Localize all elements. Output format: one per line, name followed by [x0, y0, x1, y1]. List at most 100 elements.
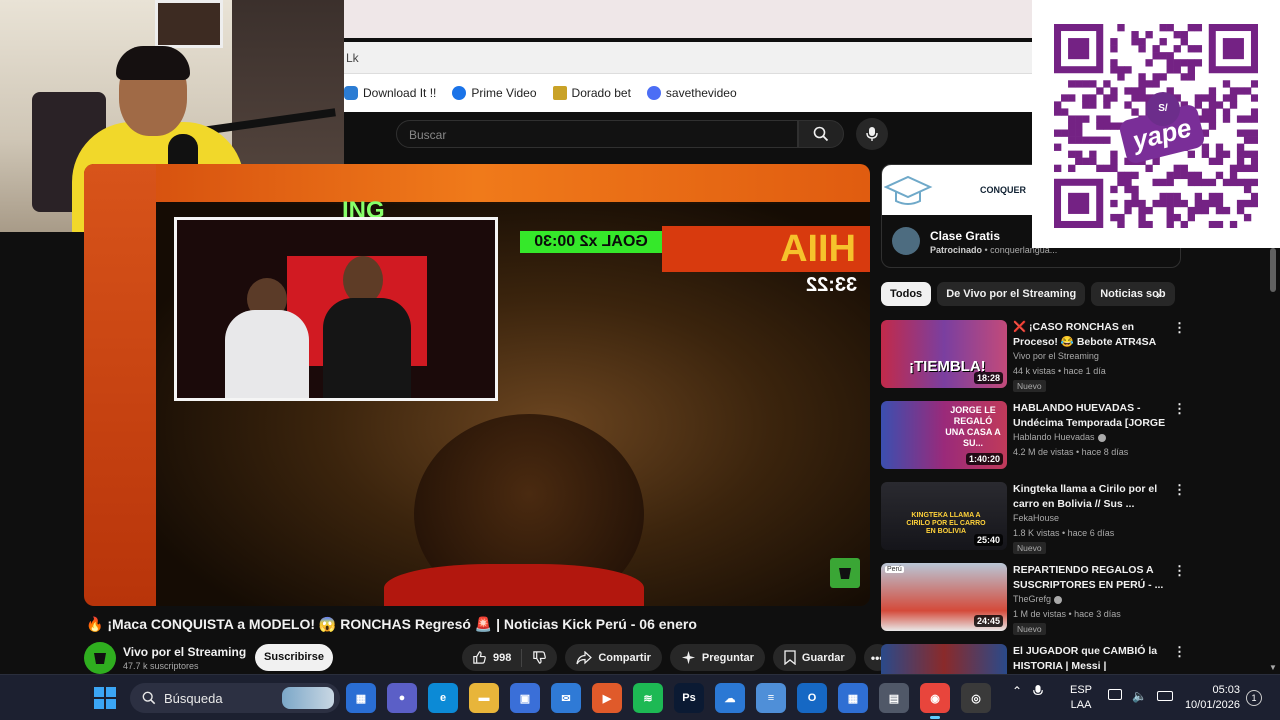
qr-module: [1110, 38, 1118, 46]
qr-module: [1222, 115, 1231, 123]
qr-module: [1201, 108, 1210, 116]
more-vertical-icon[interactable]: ⋮: [1173, 482, 1186, 498]
list-item[interactable]: ¡TIEMBLA! 18:28 ❌ ¡CASO RONCHAS en Proce…: [881, 318, 1186, 399]
qr-module: [1194, 45, 1203, 53]
wall-painting: [155, 0, 223, 48]
clock[interactable]: 05:03 10/01/2026: [1182, 683, 1240, 713]
thumbs-up-icon: [473, 651, 486, 664]
notification-badge[interactable]: 1: [1246, 690, 1262, 706]
list-item[interactable]: JORGE LE REGALÓ UNA CASA A SU... 1:40:20…: [881, 399, 1186, 480]
microphone-icon[interactable]: [1032, 683, 1044, 699]
video-thumbnail[interactable]: KINGTEKA LLAMA A CIRILO POR EL CARRO EN …: [881, 482, 1007, 550]
teams-icon[interactable]: ●: [387, 683, 417, 713]
time: 05:03: [1212, 684, 1240, 696]
voice-search-button[interactable]: [856, 118, 888, 150]
qr-module: [1250, 199, 1258, 208]
chip-todos[interactable]: Todos: [881, 282, 932, 306]
video-overlay-banner: HIIA: [662, 226, 870, 272]
bookmark-dorado-bet[interactable]: Dorado bet: [552, 86, 631, 100]
spotify-icon[interactable]: ≋: [633, 683, 663, 713]
list-item[interactable]: KINGTEKA LLAMA A CIRILO POR EL CARRO EN …: [881, 480, 1186, 561]
more-vertical-icon[interactable]: ⋮: [1173, 401, 1186, 417]
qr-module: [1131, 199, 1139, 208]
qr-module: [1201, 150, 1210, 158]
chrome-icon[interactable]: ◉: [920, 683, 950, 719]
notepad-icon[interactable]: ≡: [756, 683, 786, 713]
obs-icon[interactable]: ◎: [961, 683, 991, 713]
video-thumbnail[interactable]: JORGE LE REGALÓ UNA CASA A SU... 1:40:20: [881, 401, 1007, 469]
chip-noticias[interactable]: Noticias sob: [1091, 282, 1175, 306]
bookmark-prime-video[interactable]: Prime Video: [452, 86, 537, 100]
qr-module: [1145, 59, 1153, 67]
channel-name[interactable]: Vivo por el Streaming: [123, 645, 246, 659]
media-player-icon[interactable]: ▶: [592, 683, 622, 713]
store-icon[interactable]: ▣: [510, 683, 540, 713]
bookmark-download-it[interactable]: Download It !!: [344, 86, 436, 100]
qr-module: [1166, 206, 1174, 215]
language-indicator[interactable]: ESP LAA: [1070, 683, 1092, 713]
start-button[interactable]: [94, 687, 116, 709]
qr-module: [1068, 122, 1076, 130]
qr-module: [1061, 94, 1069, 102]
qr-module: [1138, 220, 1146, 228]
qr-module: [1075, 80, 1083, 88]
folder-icon[interactable]: ▬: [469, 683, 499, 713]
qr-module: [1110, 185, 1118, 194]
qr-module: [1173, 213, 1181, 222]
qr-module: [1243, 115, 1252, 123]
taskbar-search[interactable]: Búsqueda: [130, 683, 340, 713]
qr-module: [1075, 157, 1083, 165]
ad-title: Clase Gratis: [930, 229, 1001, 243]
calendar-icon[interactable]: ▦: [838, 683, 868, 713]
video-meta: 4.2 M de vistas • hace 8 días: [1013, 447, 1129, 457]
qr-module: [1173, 199, 1181, 208]
qr-module: [1229, 178, 1238, 187]
video-thumbnail[interactable]: Perú 24:45: [881, 563, 1007, 631]
qr-module: [1124, 66, 1132, 74]
dislike-button[interactable]: [522, 650, 557, 665]
mail-icon[interactable]: ✉: [551, 683, 581, 713]
address-bar[interactable]: Lk: [344, 42, 1032, 74]
scroll-down-icon[interactable]: ▼: [1269, 663, 1277, 672]
qr-module: [1054, 101, 1062, 109]
edge-icon[interactable]: e: [428, 683, 458, 713]
list-item[interactable]: Perú 24:45 REPARTIENDO REGALOS A SUSCRIP…: [881, 561, 1186, 642]
search-button[interactable]: [798, 120, 844, 148]
scrollbar-thumb[interactable]: [1270, 248, 1276, 292]
save-button[interactable]: Guardar: [772, 644, 856, 671]
qr-module: [1103, 136, 1111, 144]
volume-icon[interactable]: 🔈: [1132, 689, 1147, 703]
share-button[interactable]: Compartir: [565, 644, 662, 671]
battery-icon[interactable]: [1156, 691, 1173, 701]
qr-module: [1173, 45, 1181, 53]
more-vertical-icon[interactable]: ⋮: [1173, 320, 1186, 336]
bookmark-savethevideo[interactable]: savethevideo: [646, 86, 737, 100]
onedrive-icon[interactable]: ☁: [715, 683, 745, 713]
qr-module: [1082, 101, 1090, 109]
channel-avatar[interactable]: [84, 642, 116, 674]
photoshop-icon[interactable]: Ps: [674, 683, 704, 713]
qr-module: [1159, 38, 1167, 46]
outlook-icon[interactable]: O: [797, 683, 827, 713]
qr-module: [1096, 115, 1104, 123]
calculator-icon[interactable]: ▤: [879, 683, 909, 713]
display-icon[interactable]: [1108, 689, 1122, 700]
more-vertical-icon[interactable]: ⋮: [1173, 563, 1186, 579]
chevron-up-icon[interactable]: ⌃: [1012, 684, 1022, 698]
qr-module: [1229, 171, 1238, 180]
chip-de-vivo[interactable]: De Vivo por el Streaming: [937, 282, 1086, 306]
file-explorer-icon[interactable]: ▦: [346, 683, 376, 713]
more-vertical-icon[interactable]: ⋮: [1173, 644, 1181, 660]
qr-module: [1075, 115, 1083, 123]
qr-module: [1061, 108, 1069, 116]
qr-module: [1187, 24, 1195, 32]
search-input[interactable]: Buscar: [396, 120, 798, 148]
scrollbar[interactable]: ▼: [1266, 248, 1280, 674]
subscribe-button[interactable]: Suscribirse: [255, 644, 333, 671]
video-thumbnail[interactable]: ¡TIEMBLA! 18:28: [881, 320, 1007, 388]
video-player[interactable]: ING GOAL x2 00:30 HIIA 33:22: [84, 164, 870, 606]
ask-button[interactable]: Preguntar: [669, 644, 765, 671]
like-dislike-group: 998: [462, 644, 558, 671]
chevron-right-icon[interactable]: ›: [1156, 286, 1161, 302]
like-button[interactable]: 998: [462, 648, 523, 667]
